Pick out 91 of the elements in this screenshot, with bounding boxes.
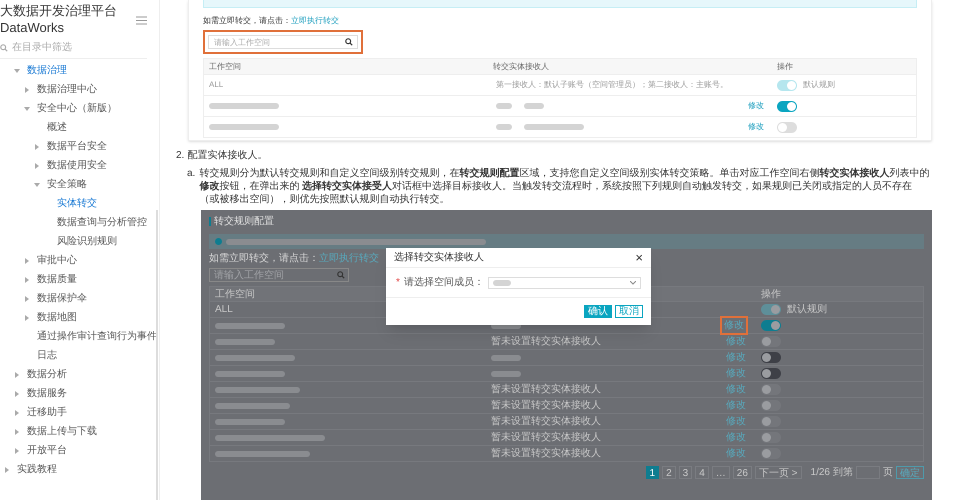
sidebar-title: 大数据开发治理平台 [0,2,117,19]
table-cell-text: 暂未设置转交实体接收人 [491,382,601,397]
toggle-switch[interactable] [761,352,781,363]
page-button[interactable]: … [712,466,730,479]
redacted-block [215,418,285,424]
tree-item[interactable]: 数据服务 [27,384,67,403]
table-cell-text: 暂未设置转交实体接收人 [491,398,601,413]
tree-item[interactable]: 数据平台安全 [47,137,107,156]
table-cell-text: 暂未设置转交实体接收人 [491,446,601,461]
goto-label: 到第 [833,466,853,480]
redacted-block [496,124,512,130]
column-header: 操作 [776,60,793,72]
next-page-button[interactable]: 下一页 > [754,466,802,479]
toggle-switch[interactable] [777,100,797,112]
toggle-switch[interactable] [777,122,797,132]
page-button[interactable]: 26 [732,466,752,479]
dialog-button[interactable]: 取消 [615,305,643,318]
redacted-block [491,354,521,360]
page-button[interactable]: 3 [678,466,692,479]
search-field[interactable]: 在目录中筛选 [12,40,132,55]
redacted-block [209,124,279,130]
page-count: 1/26 [810,466,830,480]
redacted-block [524,103,544,109]
tree-item[interactable]: 数据上传与下载 [27,422,97,441]
toggle-switch[interactable] [761,368,781,379]
tree-item[interactable]: 数据使用安全 [47,156,107,175]
column-header: 工作空间 [208,60,242,72]
step-number: 2. [176,149,184,163]
field-label: 请选择空间成员： [404,276,484,290]
search-icon [337,271,345,279]
section-title: 转交规则配置 [214,214,274,229]
info-icon [215,238,222,245]
table-cell: ALL [209,80,224,89]
hint-text: 如需立即转交，请点击： [209,253,319,265]
table-cell: ALL [215,304,233,315]
column-header: 工作空间 [214,288,256,302]
toggle-switch[interactable] [761,320,781,331]
tree-item[interactable]: 通过操作审计查询行为事件日志 [37,327,159,365]
tree-item[interactable]: 数据查询与分析管控 [57,213,147,232]
dialog-button[interactable]: 确认 [584,305,612,318]
tree-item[interactable]: 安全策略 [47,175,87,194]
transfer-link[interactable]: 立即执行转交 [291,16,339,26]
table-cell-text: 暂未设置转交实体接收人 [491,430,601,445]
page-button[interactable]: 4 [695,466,709,479]
tree-item[interactable]: 开放平台 [27,441,67,460]
member-select[interactable] [488,276,641,288]
tree-item[interactable]: 数据分析 [27,365,67,384]
edit-link[interactable]: 修改 [748,121,764,133]
edit-link[interactable]: 修改 [748,100,764,112]
toggle-label: 默认规则 [787,303,827,317]
dialog-title: 选择转交实体接收人 [394,250,484,265]
column-header: 转交实体接收人 [492,60,550,72]
step-title: 配置实体接收人。 [187,149,268,163]
sidebar-subtitle: DataWorks [0,19,66,36]
tree-item[interactable]: 实践教程 [17,460,57,479]
page-unit: 页 [883,466,893,480]
redacted-block [491,370,521,376]
menu-icon[interactable] [136,16,147,25]
page-button[interactable]: 1 [646,466,660,479]
table-cell-text: 暂未设置转交实体接收人 [491,414,601,429]
redacted-block [215,370,285,376]
table-cell: 第一接收人：默认子账号（空间管理员）；第二接收人：主账号。 [496,79,728,91]
instruction-paragraph: 转交规则分为默认转交规则和自定义空间级别转交规则，在转交规则配置区域，支持您自定义空间级别实体转交策略。单击对应工作空间右侧转交实体接收人列表中的修改按钮，在弹出来的 选择转交实体接受人对话框中选择目标接收人。当触发转交流程时，系统按照下列规则自动触发转交，如果规则已关闭或指定的人员不存在（或被移出空间），则优先按照默认规则自动执行转交。 [199,167,930,206]
tree-item[interactable]: 数据保护伞 [37,289,87,308]
table-cell-text: 暂未设置转交实体接收人 [491,334,601,349]
tree-item[interactable]: 迁移助手 [27,403,67,422]
tree-item[interactable]: 数据质量 [37,270,77,289]
close-button[interactable]: × [635,251,643,264]
hint-text: 如需立即转交，请点击： [203,16,291,26]
required-mark: * [396,276,400,290]
tree-item[interactable]: 安全中心（新版） [37,99,117,118]
redacted-block [496,103,512,109]
redacted-block [215,338,275,344]
tree-item[interactable]: 风险识别规则 [57,232,117,251]
tree-item[interactable]: 审批中心 [37,251,77,270]
redacted-block [215,322,285,328]
tree-item[interactable]: 数据地图 [37,308,77,327]
list-marker: a. [187,167,196,181]
tree-item[interactable]: 实体转交 [57,194,97,213]
search-icon [0,44,8,52]
search-icon [345,38,353,46]
redacted-block [492,280,511,286]
column-header: 操作 [760,288,781,302]
tree-item[interactable]: 概述 [47,118,67,137]
toggle-label: 默认规则 [803,79,835,91]
redacted-block [524,124,584,130]
tree-item[interactable]: 数据治理中心 [37,80,97,99]
page-button[interactable]: 2 [662,466,676,479]
redacted-block [209,103,279,109]
tree-item[interactable]: 数据治理 [27,61,67,80]
chevron-down-icon [630,280,636,284]
